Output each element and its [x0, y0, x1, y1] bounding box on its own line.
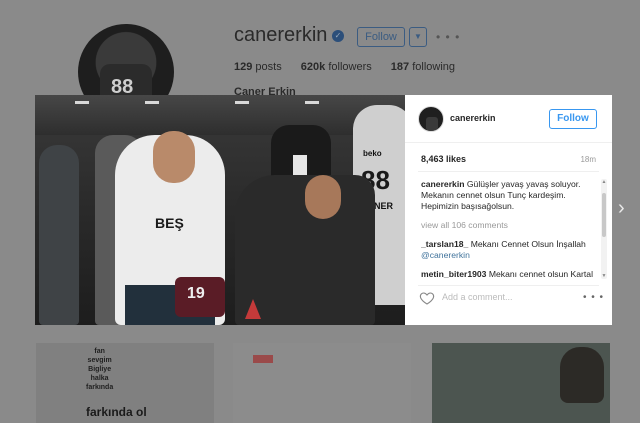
post-side-panel: canererkin Follow 8,463 likes 18m canere…	[405, 95, 612, 325]
comment-item: metin_biter1903 Mekanı cennet olsun Kart…	[421, 269, 599, 279]
post-photo[interactable]: beko 88 CANER BEŞ 19	[35, 95, 405, 325]
red-jersey-number: 19	[187, 285, 205, 302]
comment-text: Mekanı Cennet Olsun İnşallah	[468, 239, 586, 249]
view-all-comments-link[interactable]: view all 106 comments	[421, 220, 599, 231]
next-post-arrow-icon[interactable]: ›	[618, 197, 625, 220]
grid-post-2[interactable]	[233, 343, 411, 423]
ceiling-light	[75, 101, 89, 104]
ceiling-light	[305, 101, 319, 104]
stat-followers[interactable]: 620k followers	[301, 61, 372, 73]
background-person	[39, 145, 79, 325]
profile-username: canererkin	[234, 24, 328, 46]
red-cone	[245, 299, 261, 319]
ceiling-light	[235, 101, 249, 104]
post-age: 18m	[580, 155, 596, 164]
grid-post-1[interactable]: fan sevgim Bigliye halka farkında farkın…	[36, 343, 214, 423]
comments-list: canererkin Gülüşler yavaş yavaş soluyor.…	[421, 179, 599, 279]
scroll-down-icon[interactable]: ▼	[601, 273, 607, 279]
profile-stats: 129 posts 620k followers 187 following	[234, 61, 471, 73]
more-options-icon[interactable]: • • •	[436, 30, 460, 44]
tile-big-word: farkında ol	[86, 405, 147, 419]
tile-portrait	[560, 347, 604, 403]
ceiling-light	[145, 101, 159, 104]
post-more-options-icon[interactable]: • • •	[583, 292, 604, 303]
dropdown-icon[interactable]: ▼	[409, 27, 427, 47]
jersey-brand: beko	[363, 149, 382, 158]
player-head	[305, 175, 341, 219]
likes-count[interactable]: 8,463 likes	[421, 154, 466, 164]
add-comment-input[interactable]: Add a comment...	[442, 292, 513, 302]
photo-ceiling	[35, 95, 405, 135]
profile-follow-button[interactable]: Follow	[357, 27, 405, 47]
grid-post-3[interactable]	[432, 343, 610, 423]
red-jersey: 19	[175, 277, 225, 317]
tile-tag	[253, 355, 273, 363]
caption-username[interactable]: canererkin	[421, 179, 464, 189]
comment-username[interactable]: _tarslan18_	[421, 239, 468, 249]
divider	[418, 171, 599, 172]
stat-posts: 129 posts	[234, 61, 282, 73]
heart-icon[interactable]	[419, 290, 435, 306]
post-header: canererkin Follow	[405, 95, 612, 143]
stat-following[interactable]: 187 following	[391, 61, 455, 73]
comment-item: _tarslan18_ Mekanı Cennet Olsun İnşallah…	[421, 239, 599, 261]
shirt-print: BEŞ	[155, 215, 184, 231]
avatar-jersey	[426, 117, 438, 131]
tile-words: fan sevgim Bigliye halka farkında	[86, 348, 114, 391]
post-author-username[interactable]: canererkin	[450, 113, 496, 123]
scroll-thumb[interactable]	[602, 193, 606, 237]
divider	[418, 285, 599, 286]
post-author-avatar[interactable]	[418, 106, 444, 132]
verified-badge-icon: ✓	[332, 30, 344, 42]
comment-username[interactable]: metin_biter1903	[421, 269, 486, 279]
comment-mention[interactable]: @canererkin	[421, 250, 470, 260]
fan-head	[153, 131, 195, 183]
scroll-up-icon[interactable]: ▲	[601, 179, 607, 185]
caption: canererkin Gülüşler yavaş yavaş soluyor.…	[421, 179, 599, 212]
comments-scrollbar[interactable]: ▲ ▼	[601, 179, 607, 279]
post-follow-button[interactable]: Follow	[549, 109, 597, 129]
